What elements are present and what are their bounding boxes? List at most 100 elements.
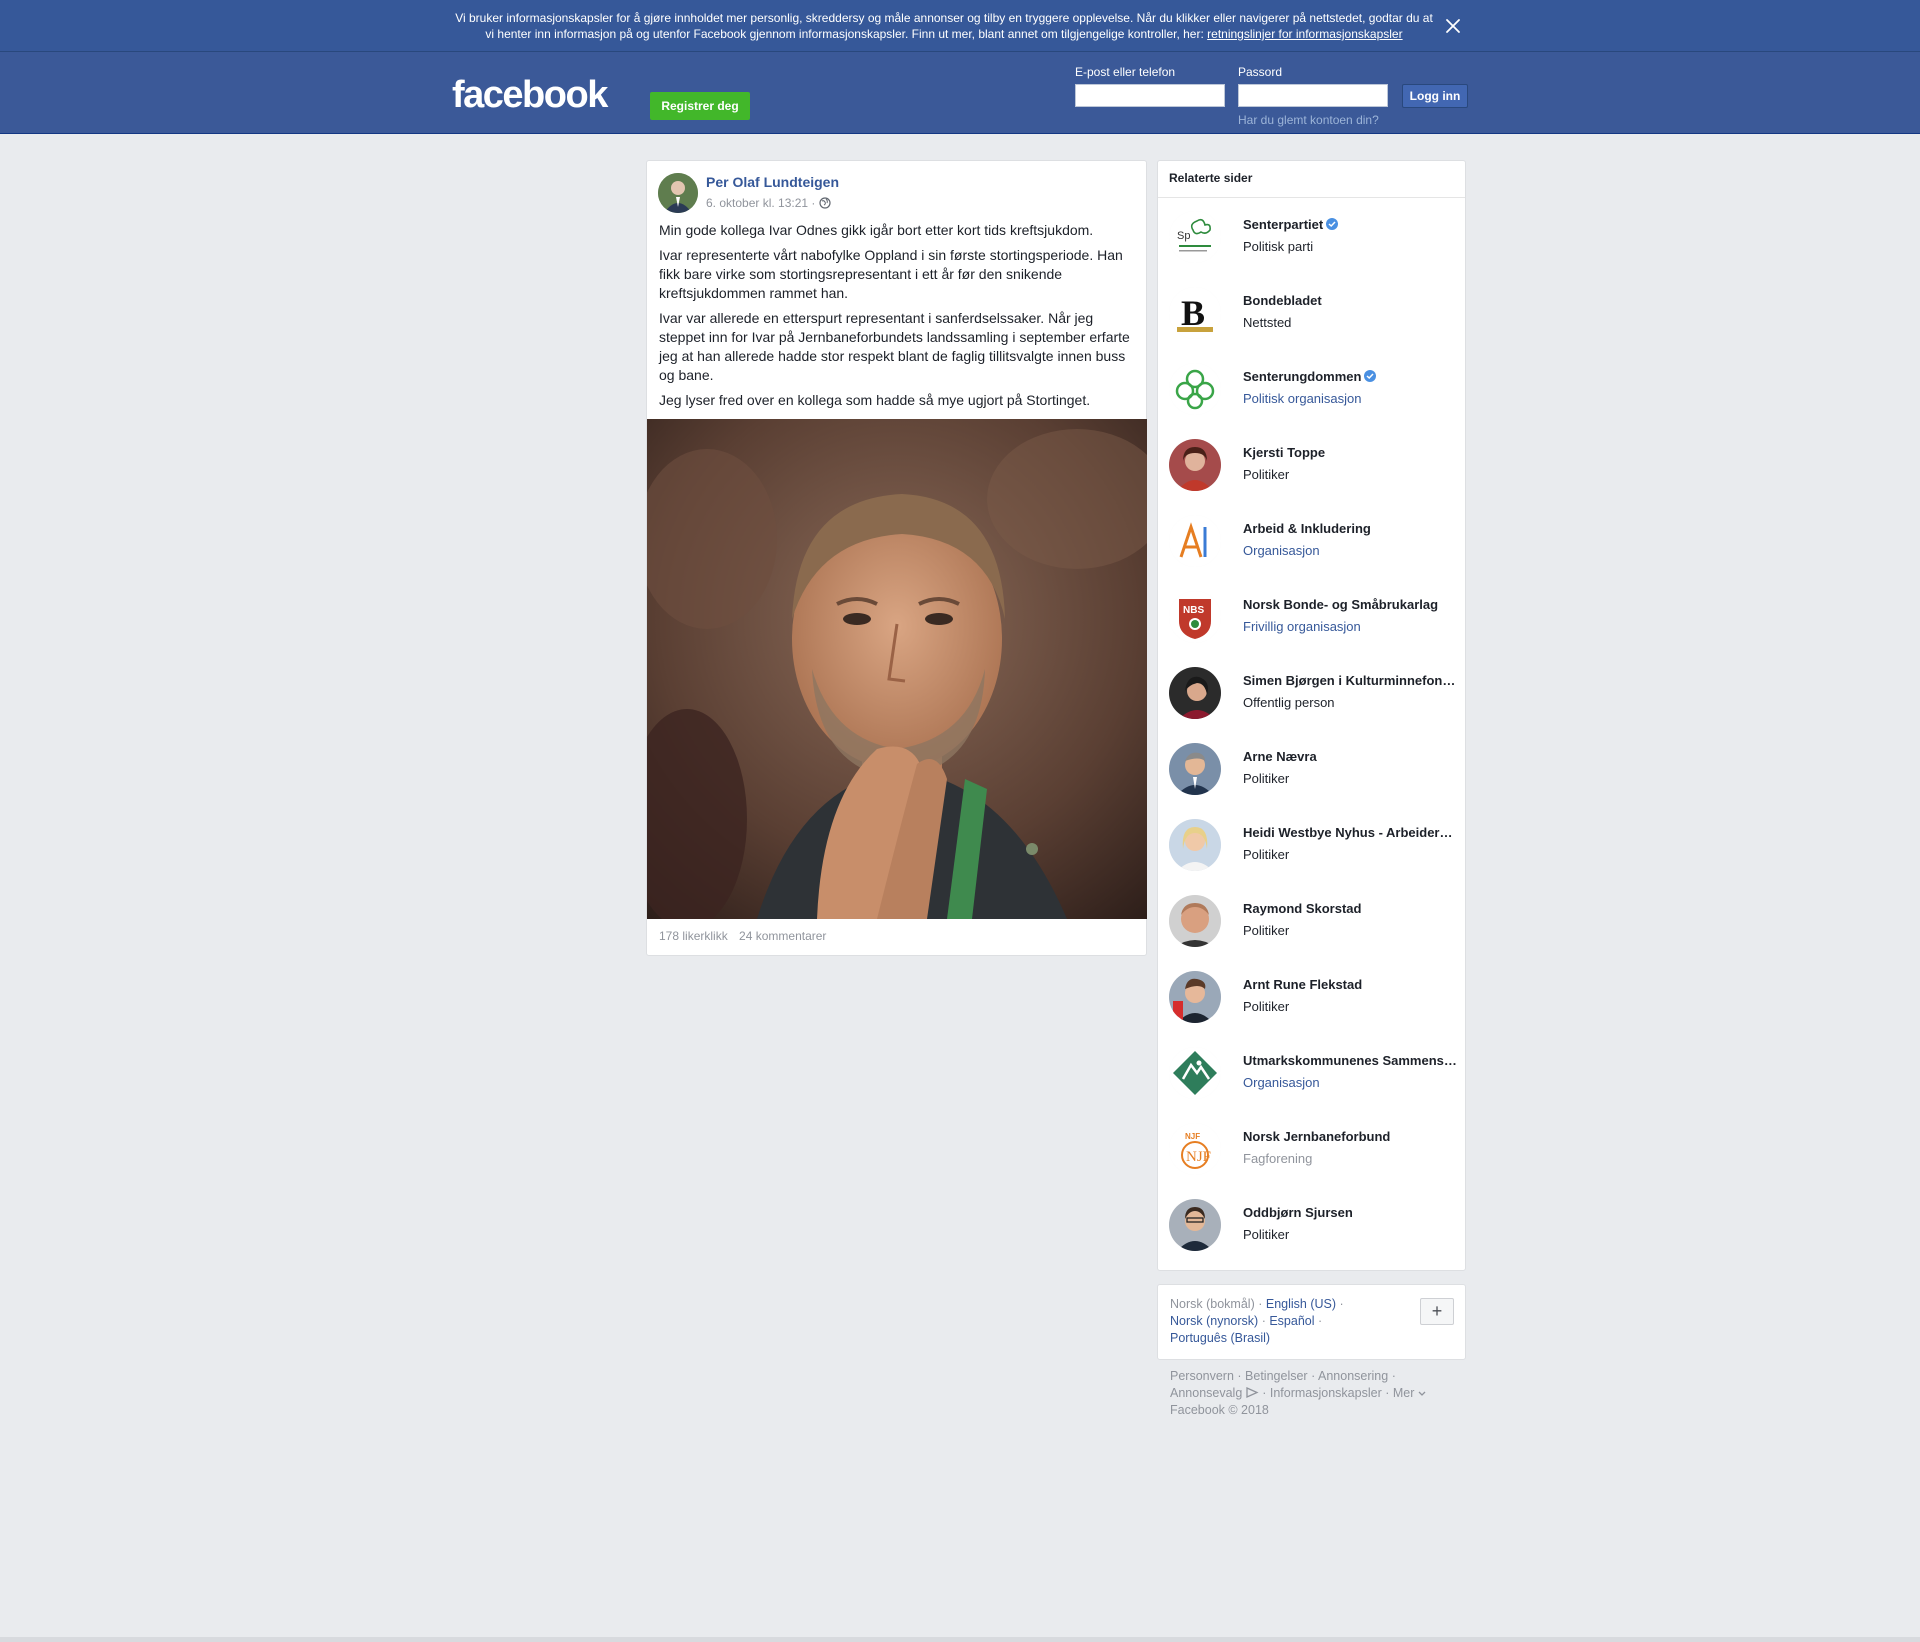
footer-copyright: Facebook © 2018	[1170, 1403, 1269, 1417]
login-button[interactable]: Logg inn	[1402, 84, 1468, 108]
related-page-name[interactable]: Simen Bjørgen i Kulturminnefondet	[1243, 673, 1457, 688]
related-page-item[interactable]: Raymond Skorstad Politiker	[1169, 895, 1459, 951]
globe-icon	[819, 197, 832, 209]
adchoices-icon	[1246, 1386, 1259, 1399]
footer-link-more[interactable]: Mer	[1393, 1386, 1415, 1400]
bottom-strip	[0, 1637, 1920, 1642]
language-link[interactable]: English (US)	[1266, 1297, 1336, 1311]
related-page-category[interactable]: Organisasjon	[1243, 1075, 1320, 1090]
related-page-thumbnail[interactable]: Sp	[1169, 211, 1221, 263]
related-page-category[interactable]: Frivillig organisasjon	[1243, 619, 1361, 634]
related-page-thumbnail[interactable]	[1169, 667, 1221, 719]
related-page-item[interactable]: NJF NJF Norsk Jernbaneforbund Fagforening	[1169, 1123, 1459, 1179]
related-page-thumbnail[interactable]	[1169, 1047, 1221, 1099]
related-page-category[interactable]: Organisasjon	[1243, 543, 1320, 558]
related-page-name[interactable]: Arnt Rune Flekstad	[1243, 977, 1457, 992]
post-paragraph: Jeg lyser fred over en kollega som hadde…	[659, 392, 1091, 408]
related-page-thumbnail[interactable]: NBS	[1169, 591, 1221, 643]
related-page-item[interactable]: Arnt Rune Flekstad Politiker	[1169, 971, 1459, 1027]
related-page-thumbnail[interactable]	[1169, 819, 1221, 871]
svg-text:NJF: NJF	[1186, 1149, 1211, 1165]
comments-count[interactable]: 24 kommentarer	[739, 929, 826, 943]
related-page-name-text: Simen Bjørgen i Kulturminnefondet	[1243, 673, 1457, 688]
related-page-name[interactable]: Kjersti Toppe	[1243, 445, 1457, 460]
related-page-thumbnail[interactable]	[1169, 971, 1221, 1023]
related-page-item[interactable]: Kjersti Toppe Politiker	[1169, 439, 1459, 495]
related-page-item[interactable]: B Bondebladet Nettsted	[1169, 287, 1459, 343]
language-link[interactable]: Español	[1269, 1314, 1314, 1328]
author-avatar[interactable]	[658, 173, 698, 213]
related-page-category: Fagforening	[1243, 1151, 1313, 1166]
related-page-thumbnail[interactable]: NJF NJF	[1169, 1123, 1221, 1175]
related-page-item[interactable]: Arbeid & Inkludering Organisasjon	[1169, 515, 1459, 571]
password-field[interactable]	[1238, 84, 1388, 107]
cookie-policy-link[interactable]: retningslinjer for informasjonskapsler	[1207, 27, 1402, 41]
related-page-name[interactable]: Utmarkskommunenes Sammenslutning	[1243, 1053, 1457, 1068]
more-languages-button[interactable]: +	[1420, 1298, 1454, 1325]
related-page-name[interactable]: Senterpartiet	[1243, 217, 1457, 232]
related-pages-title: Relaterte sider	[1169, 171, 1253, 185]
related-page-name[interactable]: Arbeid & Inkludering	[1243, 521, 1457, 536]
related-page-name[interactable]: Norsk Bonde- og Småbrukarlag	[1243, 597, 1457, 612]
related-page-item[interactable]: Simen Bjørgen i Kulturminnefondet Offentl…	[1169, 667, 1459, 723]
related-page-category: Politiker	[1243, 467, 1290, 482]
footer-link-terms[interactable]: Betingelser	[1245, 1369, 1308, 1383]
footer-link-adchoices[interactable]: Annonsevalg	[1170, 1386, 1242, 1400]
related-page-item[interactable]: Utmarkskommunenes Sammenslutning Organisa…	[1169, 1047, 1459, 1103]
related-page-name-text: Norsk Jernbaneforbund	[1243, 1129, 1391, 1144]
related-page-item[interactable]: Oddbjørn Sjursen Politiker	[1169, 1199, 1459, 1255]
top-bar: facebook Registrer deg E-post eller tele…	[0, 52, 1920, 134]
post-author-name[interactable]: Per Olaf Lundteigen	[706, 174, 839, 190]
footer-link-cookies[interactable]: Informasjonskapsler	[1270, 1386, 1382, 1400]
register-button[interactable]: Registrer deg	[650, 92, 750, 120]
related-page-item[interactable]: Arne Nævra Politiker	[1169, 743, 1459, 799]
post-stats: 178 likerklikk 24 kommentarer	[659, 929, 834, 943]
likes-count[interactable]: 178 likerklikk	[659, 929, 728, 943]
email-label: E-post eller telefon	[1075, 65, 1176, 79]
related-page-thumbnail[interactable]	[1169, 895, 1221, 947]
post-timestamp[interactable]: 6. oktober kl. 13:21 ·	[706, 196, 815, 210]
related-page-item[interactable]: Heidi Westbye Nyhus - Arbeiderpartiet Pol…	[1169, 819, 1459, 875]
post-text: Min gode kollega Ivar Odnes gikk igår bo…	[659, 221, 1137, 416]
related-page-name-text: Arnt Rune Flekstad	[1243, 977, 1363, 992]
related-page-category[interactable]: Politisk organisasjon	[1243, 391, 1362, 406]
post-paragraph: Ivar representerte vårt nabofylke Opplan…	[659, 247, 1123, 301]
related-page-thumbnail[interactable]	[1169, 439, 1221, 491]
related-page-name[interactable]: Bondebladet	[1243, 293, 1457, 308]
related-page-name-text: Bondebladet	[1243, 293, 1322, 308]
language-list: Norsk (bokmål) · English (US) · Norsk (n…	[1170, 1297, 1344, 1345]
related-page-thumbnail[interactable]: B	[1169, 287, 1221, 339]
divider	[1158, 197, 1465, 198]
related-page-item[interactable]: Senterungdommen Politisk organisasjon	[1169, 363, 1459, 419]
related-page-name[interactable]: Senterungdommen	[1243, 369, 1457, 384]
related-page-name[interactable]: Raymond Skorstad	[1243, 901, 1457, 916]
related-page-thumbnail[interactable]	[1169, 1199, 1221, 1251]
email-field[interactable]	[1075, 84, 1225, 107]
footer-link-advertising[interactable]: Annonsering	[1318, 1369, 1388, 1383]
related-page-name[interactable]: Arne Nævra	[1243, 749, 1457, 764]
cookie-banner: Vi bruker informasjonskapsler for å gjør…	[0, 0, 1920, 52]
related-page-name-text: Utmarkskommunenes Sammenslutning	[1243, 1053, 1457, 1068]
related-page-category: Politiker	[1243, 923, 1290, 938]
svg-text:Sp: Sp	[1177, 230, 1190, 242]
related-page-name[interactable]: Norsk Jernbaneforbund	[1243, 1129, 1457, 1144]
related-page-thumbnail[interactable]	[1169, 363, 1221, 415]
related-page-item[interactable]: Sp Senterpartiet Politisk parti	[1169, 211, 1459, 267]
post-card: Per Olaf Lundteigen 6. oktober kl. 13:21…	[646, 160, 1147, 956]
related-page-name-text: Kjersti Toppe	[1243, 445, 1326, 460]
related-page-category: Politiker	[1243, 1227, 1290, 1242]
facebook-logo[interactable]: facebook	[452, 76, 608, 114]
footer-link-privacy[interactable]: Personvern	[1170, 1369, 1234, 1383]
verified-badge-icon	[1364, 370, 1377, 382]
post-photo[interactable]	[647, 419, 1147, 919]
related-page-thumbnail[interactable]	[1169, 743, 1221, 795]
related-page-item[interactable]: NBS Norsk Bonde- og Småbrukarlag Frivillig…	[1169, 591, 1459, 647]
svg-text:NJF: NJF	[1185, 1132, 1200, 1141]
related-page-thumbnail[interactable]	[1169, 515, 1221, 567]
forgot-account-link[interactable]: Har du glemt kontoen din?	[1238, 113, 1379, 127]
close-icon[interactable]	[1443, 16, 1463, 36]
language-link[interactable]: Português (Brasil)	[1170, 1331, 1270, 1345]
related-page-name[interactable]: Heidi Westbye Nyhus - Arbeiderpartiet	[1243, 825, 1457, 840]
related-page-name[interactable]: Oddbjørn Sjursen	[1243, 1205, 1457, 1220]
language-link[interactable]: Norsk (nynorsk)	[1170, 1314, 1258, 1328]
